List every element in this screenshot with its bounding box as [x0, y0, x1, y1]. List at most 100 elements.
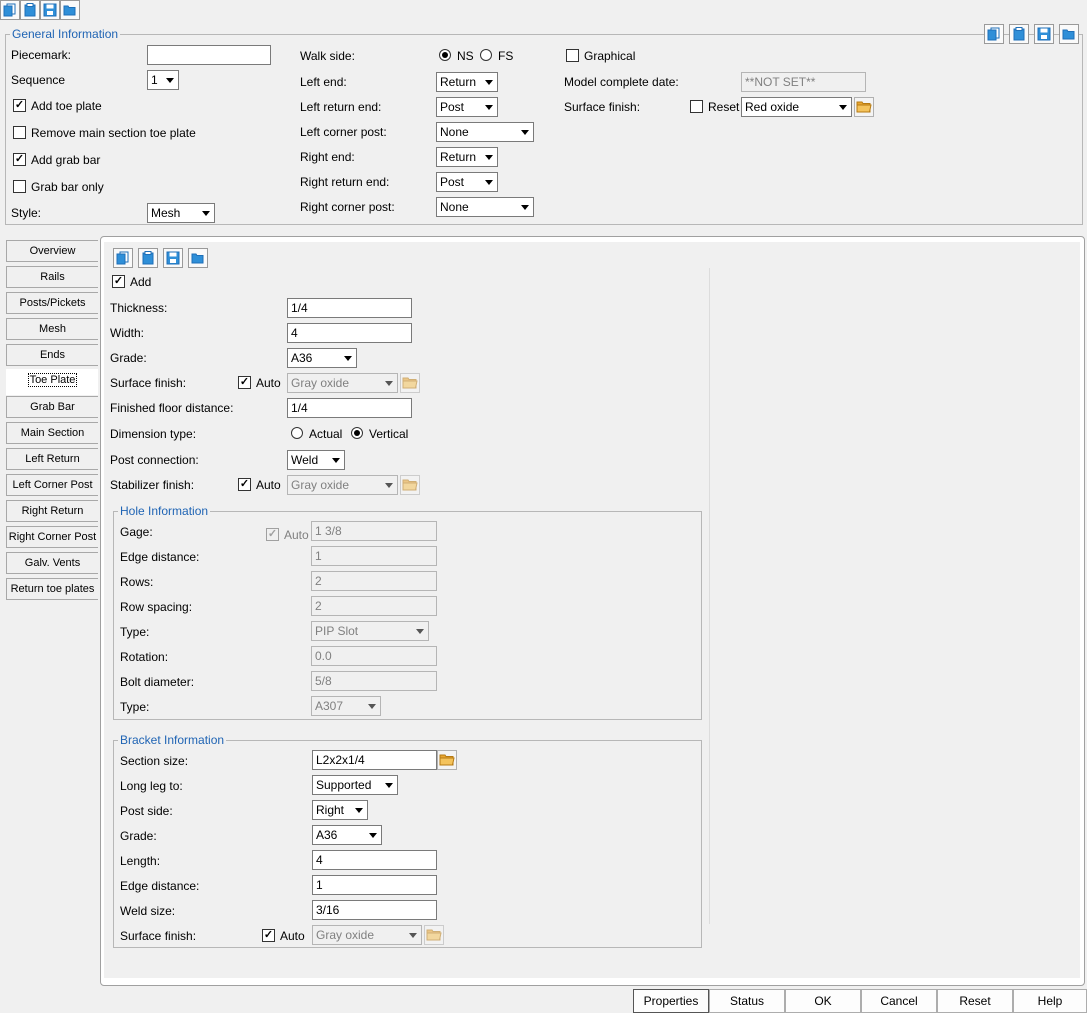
stab-browse-button[interactable] [400, 475, 420, 495]
section-size-input[interactable]: L2x2x1/4 [312, 750, 437, 770]
tab-left-return[interactable]: Left Return [6, 448, 98, 470]
dim-vertical-radio[interactable] [351, 427, 363, 439]
section-size-browse-button[interactable] [437, 750, 457, 770]
hole-type-label: Type: [120, 625, 150, 639]
bolt-type-select[interactable]: A307 [311, 696, 381, 716]
tab-main-section[interactable]: Main Section [6, 422, 98, 444]
help-button[interactable]: Help [1013, 989, 1087, 1013]
folder-icon [439, 754, 455, 766]
bracket-edge-input[interactable]: 1 [312, 875, 437, 895]
stab-auto-checkbox[interactable]: ✓ [238, 478, 251, 491]
chevron-down-icon [381, 776, 397, 794]
tab-left-corner-post[interactable]: Left Corner Post [6, 474, 98, 496]
piecemark-input[interactable] [147, 45, 271, 65]
dim-actual-label: Actual [309, 427, 343, 441]
paste-button[interactable] [20, 0, 40, 20]
tab-galv-vents[interactable]: Galv. Vents [6, 552, 98, 574]
tab-rails[interactable]: Rails [6, 266, 98, 288]
walk-ns-radio[interactable] [439, 49, 451, 61]
right-return-end-value: Post [440, 175, 465, 189]
panel-paste-button[interactable] [138, 248, 158, 268]
dim-actual-radio[interactable] [291, 427, 303, 439]
rows-input[interactable]: 2 [311, 571, 437, 591]
ffd-input[interactable]: 1/4 [287, 398, 412, 418]
right-end-select[interactable]: Return [436, 147, 498, 167]
walk-fs-radio[interactable] [480, 49, 492, 61]
ok-button[interactable]: OK [785, 989, 861, 1013]
general-open-button[interactable] [1059, 24, 1079, 44]
open-button[interactable] [60, 0, 80, 20]
remove-main-toe-checkbox[interactable] [13, 126, 26, 139]
bracket-surface-auto-label: Auto [280, 929, 305, 943]
general-paste-button[interactable] [1009, 24, 1029, 44]
dim-vertical-label: Vertical [369, 427, 409, 441]
thickness-input[interactable]: 1/4 [287, 298, 412, 318]
tab-return-toe-plates[interactable]: Return toe plates [6, 578, 98, 600]
stab-label: Stabilizer finish: [110, 478, 195, 492]
status-button[interactable]: Status [709, 989, 785, 1013]
add-grab-bar-checkbox[interactable]: ✓ [13, 153, 26, 166]
width-input[interactable]: 4 [287, 323, 412, 343]
tab-overview[interactable]: Overview [6, 240, 98, 262]
tab-right-corner-post[interactable]: Right Corner Post [6, 526, 98, 548]
row-spacing-label: Row spacing: [120, 600, 193, 614]
tab-grab-bar[interactable]: Grab Bar [6, 396, 98, 418]
grade-select[interactable]: A36 [287, 348, 357, 368]
panel-open-button[interactable] [188, 248, 208, 268]
rotation-input[interactable]: 0.0 [311, 646, 437, 666]
toe-surface-browse-button[interactable] [400, 373, 420, 393]
bracket-surface-select[interactable]: Gray oxide [312, 925, 422, 945]
left-end-select[interactable]: Return [436, 72, 498, 92]
bolt-type-label: Type: [120, 700, 150, 714]
toe-surface-auto-checkbox[interactable]: ✓ [238, 376, 251, 389]
tab-right-return[interactable]: Right Return [6, 500, 98, 522]
add-toe-plate-checkbox[interactable]: ✓ [13, 99, 26, 112]
left-return-end-select[interactable]: Post [436, 97, 498, 117]
weld-size-input[interactable]: 3/16 [312, 900, 437, 920]
chevron-down-icon [162, 71, 178, 89]
tab-posts-pickets[interactable]: Posts/Pickets [6, 292, 98, 314]
tab-mesh[interactable]: Mesh [6, 318, 98, 340]
properties-button[interactable]: Properties [633, 989, 709, 1013]
bracket-grade-select[interactable]: A36 [312, 825, 382, 845]
toe-add-checkbox[interactable]: ✓ [112, 275, 125, 288]
hole-type-select[interactable]: PIP Slot [311, 621, 429, 641]
reset-button[interactable]: Reset [937, 989, 1013, 1013]
bracket-surface-browse-button[interactable] [424, 925, 444, 945]
surface-finish-select[interactable]: Red oxide [741, 97, 852, 117]
post-conn-select[interactable]: Weld [287, 450, 345, 470]
row-spacing-input[interactable]: 2 [311, 596, 437, 616]
grab-bar-only-checkbox[interactable] [13, 180, 26, 193]
stab-select[interactable]: Gray oxide [287, 475, 398, 495]
length-input[interactable]: 4 [312, 850, 437, 870]
gage-input[interactable]: 1 3/8 [311, 521, 437, 541]
tab-toe-plate[interactable]: Toe Plate [6, 369, 98, 395]
panel-save-button[interactable] [163, 248, 183, 268]
graphical-checkbox[interactable] [566, 49, 579, 62]
gage-auto-checkbox[interactable]: ✓ [266, 528, 279, 541]
copy-button[interactable] [0, 0, 20, 20]
panel-copy-button[interactable] [113, 248, 133, 268]
save-button[interactable] [40, 0, 60, 20]
model-complete-input[interactable]: **NOT SET** [741, 72, 866, 92]
post-side-select[interactable]: Right [312, 800, 368, 820]
left-corner-post-select[interactable]: None [436, 122, 534, 142]
bracket-surface-auto-checkbox[interactable]: ✓ [262, 929, 275, 942]
bolt-diameter-input[interactable]: 5/8 [311, 671, 437, 691]
right-corner-post-select[interactable]: None [436, 197, 534, 217]
right-return-end-select[interactable]: Post [436, 172, 498, 192]
bracket-surface-value: Gray oxide [316, 928, 375, 942]
general-save-button[interactable] [1034, 24, 1054, 44]
hole-edge-input[interactable]: 1 [311, 546, 437, 566]
long-leg-select[interactable]: Supported [312, 775, 398, 795]
style-select[interactable]: Mesh [147, 203, 215, 223]
sequence-select[interactable]: 1 [147, 70, 179, 90]
cancel-button[interactable]: Cancel [861, 989, 937, 1013]
surface-finish-browse-button[interactable] [854, 97, 874, 117]
toe-surface-select[interactable]: Gray oxide [287, 373, 398, 393]
left-return-end-label: Left return end: [300, 100, 382, 114]
general-copy-button[interactable] [984, 24, 1004, 44]
tab-ends[interactable]: Ends [6, 344, 98, 366]
tab-label: Return toe plates [10, 583, 95, 595]
reset-checkbox[interactable] [690, 100, 703, 113]
